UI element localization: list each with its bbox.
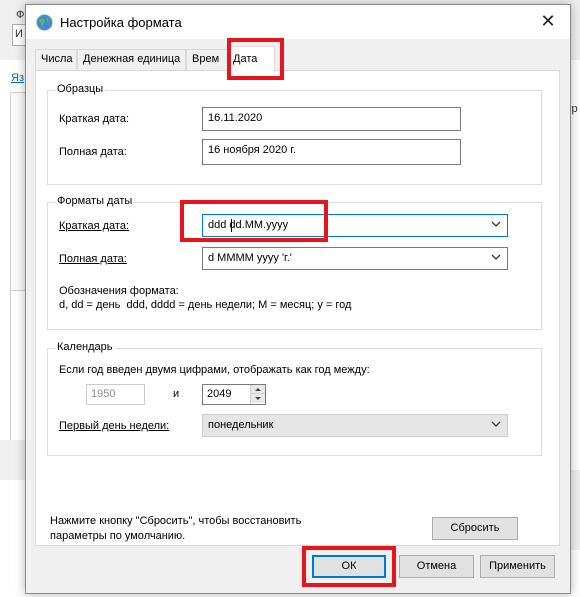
short-date-format-combo[interactable]: ddd dd.MM.yyyy	[202, 214, 508, 237]
reset-hint-line2: параметры по умолчанию.	[50, 530, 186, 542]
first-day-value[interactable]: понедельник	[208, 419, 273, 431]
long-date-format-value[interactable]: d MMMM yyyy 'г.'	[208, 252, 292, 264]
year-range-and-label: и	[173, 388, 180, 400]
apply-button-label[interactable]: Применить	[489, 560, 546, 572]
tab-date[interactable]: Дата	[227, 46, 275, 72]
tab-time[interactable]: Врем	[186, 49, 228, 70]
year-to-spinner[interactable]: 2049	[202, 384, 266, 405]
year-to-value[interactable]: 2049	[207, 388, 231, 400]
ok-button-label[interactable]: ОК	[342, 560, 357, 572]
date-formats-group-title: Форматы даты	[55, 195, 135, 207]
long-date-format-combo[interactable]: d MMMM yyyy 'г.'	[202, 247, 508, 270]
sample-short-date-field: 16.11.2020	[202, 107, 461, 131]
reset-hint-line1: Нажмите кнопку "Сбросить", чтобы восстан…	[50, 515, 302, 527]
samples-group-title: Образцы	[55, 83, 106, 95]
title-bar[interactable]: Настройка формата ✕	[26, 5, 570, 39]
background-label: Ф	[16, 9, 25, 21]
tab-currency[interactable]: Денежная единица	[77, 49, 186, 70]
sample-long-date-value: 16 ноября 2020 г.	[208, 144, 296, 156]
background-link: Яз	[11, 72, 24, 84]
arrow-down-icon[interactable]	[251, 394, 265, 403]
close-icon: ✕	[540, 11, 556, 31]
short-date-format-label: Краткая дата:	[59, 220, 130, 232]
globe-icon	[36, 14, 53, 31]
text-cursor	[231, 219, 232, 232]
reset-button[interactable]: Сбросить	[432, 517, 518, 540]
sample-short-date-label: Краткая дата:	[59, 113, 130, 125]
tab-numbers[interactable]: Числа	[35, 49, 77, 70]
spin-down-button[interactable]	[251, 394, 265, 403]
background-panel-lower	[10, 290, 26, 450]
format-notation-title: Обозначения формата:	[59, 285, 179, 297]
tab-date-label: Дата	[233, 53, 258, 65]
chevron-down-icon[interactable]	[491, 252, 501, 262]
sample-long-date-label: Полная дата:	[59, 146, 127, 158]
short-date-format-value[interactable]: ddd dd.MM.yyyy	[208, 219, 288, 231]
apply-button[interactable]: Применить	[480, 555, 555, 578]
year-from-value: 1950	[91, 388, 116, 400]
cancel-button[interactable]: Отмена	[399, 555, 474, 578]
cancel-button-label[interactable]: Отмена	[417, 560, 456, 572]
year-from-spinner: 1950	[86, 384, 145, 405]
background-bottom-strip	[0, 440, 25, 480]
tab-time-label: Врем	[192, 53, 220, 65]
tab-numbers-label: Числа	[41, 53, 73, 65]
sample-long-date-field: 16 ноября 2020 г.	[202, 139, 461, 165]
date-tab-panel: Образцы Краткая дата: 16.11.2020 Полная …	[35, 70, 560, 546]
reset-button-label[interactable]: Сбросить	[451, 522, 500, 534]
spin-up-button[interactable]	[251, 385, 265, 394]
sample-short-date-value: 16.11.2020	[208, 112, 263, 124]
background-field-text: И	[15, 28, 23, 40]
tab-currency-label: Денежная единица	[83, 53, 181, 65]
two-digit-year-label: Если год введен двумя цифрами, отображат…	[59, 364, 370, 376]
calendar-group-title: Календарь	[55, 341, 115, 353]
format-notation-text: d, dd = день ddd, dddd = день недели; M …	[59, 299, 352, 311]
calendar-group: Календарь Если год введен двумя цифрами,…	[47, 341, 542, 456]
close-button[interactable]: ✕	[526, 5, 570, 39]
first-day-label: Первый день недели:	[59, 420, 170, 432]
background-right-strip	[571, 470, 580, 550]
year-to-spin-buttons[interactable]	[250, 385, 265, 404]
format-settings-dialog: Настройка формата ✕ Числа Денежная едини…	[25, 4, 571, 594]
long-date-format-label: Полная дата:	[59, 253, 127, 265]
arrow-up-icon[interactable]	[251, 385, 265, 394]
samples-group: Образцы Краткая дата: 16.11.2020 Полная …	[47, 83, 542, 185]
ok-button[interactable]: ОК	[312, 555, 386, 578]
dialog-title: Настройка формата	[60, 15, 182, 30]
first-day-combo[interactable]: понедельник	[202, 414, 508, 437]
date-formats-group: Форматы даты Краткая дата: ddd dd.MM.yyy…	[47, 195, 542, 330]
chevron-down-icon[interactable]	[491, 219, 501, 229]
chevron-down-icon[interactable]	[491, 419, 501, 429]
